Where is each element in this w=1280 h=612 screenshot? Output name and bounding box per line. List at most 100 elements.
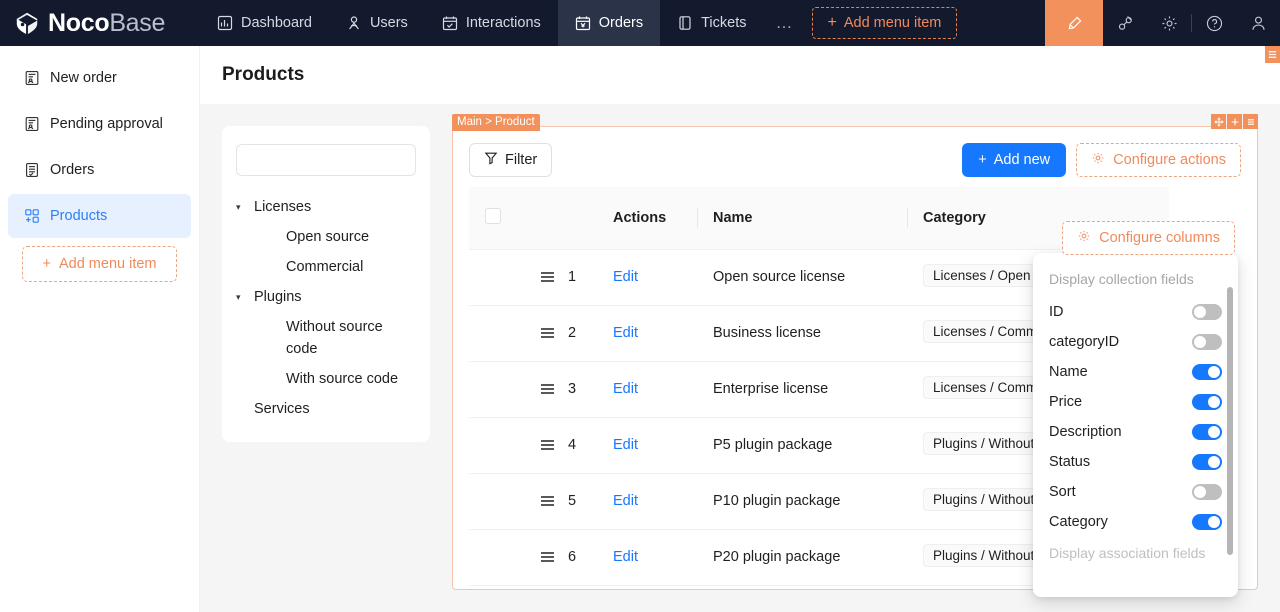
configure-columns-button[interactable]: Configure columns xyxy=(1062,221,1235,255)
chevron-down-icon[interactable]: ▾ xyxy=(236,196,248,218)
tree-node-label: With source code xyxy=(286,371,399,387)
drag-handle-icon[interactable] xyxy=(541,552,554,563)
row-index-cell: 1 xyxy=(525,249,597,306)
sidebar-item-new-order[interactable]: New order xyxy=(8,56,191,100)
category-tree-block: ▾ Licenses Open source Commercial ▾ Plug… xyxy=(222,126,430,442)
sidebar-item-products[interactable]: Products xyxy=(8,194,191,238)
toggle-switch[interactable] xyxy=(1192,424,1222,440)
row-drag-cell xyxy=(469,417,525,474)
nav-tab-interactions[interactable]: Interactions xyxy=(425,0,558,46)
edit-link[interactable]: Edit xyxy=(613,493,638,509)
block-breadcrumb-tag: Main > Product xyxy=(452,114,540,131)
sidebar-item-pending-approval[interactable]: Pending approval xyxy=(8,102,191,146)
field-toggle-category[interactable]: Category xyxy=(1033,507,1238,537)
row-index-cell: 6 xyxy=(525,529,597,586)
page-title: Products xyxy=(222,64,305,85)
highlighter-icon[interactable] xyxy=(1045,0,1103,46)
row-drag-cell xyxy=(469,473,525,530)
edit-link[interactable]: Edit xyxy=(613,549,638,565)
gear-icon xyxy=(1091,151,1105,169)
row-name-cell: P20 plugin package xyxy=(697,529,907,586)
plus-icon[interactable] xyxy=(1227,114,1242,129)
field-toggle-description[interactable]: Description xyxy=(1033,417,1238,447)
sidebar-item-label: Products xyxy=(50,208,108,224)
drag-move-icon[interactable] xyxy=(1211,114,1226,129)
nocobase-logo-icon xyxy=(14,10,40,36)
field-toggle-categoryid[interactable]: categoryID xyxy=(1033,327,1238,357)
tree-node-with-source-code[interactable]: With source code xyxy=(236,364,416,394)
brand[interactable]: NocoBase xyxy=(0,0,200,46)
toggle-switch[interactable] xyxy=(1192,514,1222,530)
plus-icon: + xyxy=(978,152,987,168)
drag-handle-icon[interactable] xyxy=(541,384,554,395)
row-actions-cell: Edit xyxy=(597,361,697,418)
field-toggle-status[interactable]: Status xyxy=(1033,447,1238,477)
nav-tab-orders[interactable]: Orders xyxy=(557,0,661,46)
configure-columns-label: Configure columns xyxy=(1099,230,1220,246)
tree-node-plugins[interactable]: ▾ Plugins xyxy=(236,282,416,312)
block-toolbar: Filter + Add new Configure actions xyxy=(453,127,1257,187)
toggle-switch[interactable] xyxy=(1192,484,1222,500)
configure-actions-button[interactable]: Configure actions xyxy=(1076,143,1241,177)
select-all-checkbox[interactable] xyxy=(485,207,501,224)
app-root: NocoBase Dashboard Users Interactions Or… xyxy=(0,0,1280,612)
top-nav-tabs: Dashboard Users Interactions Orders Tick… xyxy=(200,0,958,46)
tree-node-commercial[interactable]: Commercial xyxy=(236,252,416,282)
drag-handle-icon[interactable] xyxy=(541,272,554,283)
tree-search-input[interactable] xyxy=(236,144,416,176)
calendar-check-icon xyxy=(442,15,458,31)
help-circle-icon[interactable] xyxy=(1192,0,1236,46)
row-index-cell: 5 xyxy=(525,473,597,530)
field-label: Status xyxy=(1049,454,1091,470)
drag-handle-icon[interactable] xyxy=(541,328,554,339)
calendar-yen-icon xyxy=(575,15,591,31)
category-tree: ▾ Licenses Open source Commercial ▾ Plug… xyxy=(236,192,416,424)
toggle-switch[interactable] xyxy=(1192,454,1222,470)
filter-button[interactable]: Filter xyxy=(469,143,553,177)
field-toggle-price[interactable]: Price xyxy=(1033,387,1238,417)
menu-icon[interactable] xyxy=(1243,114,1258,129)
gear-icon[interactable] xyxy=(1147,0,1191,46)
nav-more-button[interactable]: … xyxy=(764,0,806,46)
edit-link[interactable]: Edit xyxy=(613,381,638,397)
edit-link[interactable]: Edit xyxy=(613,269,638,285)
nav-tab-dashboard[interactable]: Dashboard xyxy=(200,0,329,46)
sidebar-item-orders[interactable]: Orders xyxy=(8,148,191,192)
tree-node-label: Services xyxy=(254,401,310,417)
plugin-icon[interactable] xyxy=(1103,0,1147,46)
drag-handle-icon[interactable] xyxy=(541,440,554,451)
topnav-add-menu-item-button[interactable]: + Add menu item xyxy=(811,7,958,39)
field-toggle-sort[interactable]: Sort xyxy=(1033,477,1238,507)
grid-plus-icon xyxy=(24,208,40,224)
dropdown-scrollbar[interactable] xyxy=(1227,287,1233,555)
edit-link[interactable]: Edit xyxy=(613,325,638,341)
tree-node-licenses[interactable]: ▾ Licenses xyxy=(236,192,416,222)
table-header-name: Name xyxy=(697,187,907,250)
toggle-switch[interactable] xyxy=(1192,334,1222,350)
tree-node-services[interactable]: Services xyxy=(236,394,416,424)
edit-link[interactable]: Edit xyxy=(613,437,638,453)
tree-node-label: Without source code xyxy=(286,319,383,357)
toggle-switch[interactable] xyxy=(1192,394,1222,410)
row-index: 4 xyxy=(568,437,577,453)
tree-node-open-source[interactable]: Open source xyxy=(236,222,416,252)
row-drag-cell xyxy=(469,305,525,362)
tree-node-label: Open source xyxy=(286,229,370,245)
nav-tab-tickets[interactable]: Tickets xyxy=(660,0,763,46)
display-collection-fields-title: Display collection fields xyxy=(1049,271,1194,287)
field-toggle-name[interactable]: Name xyxy=(1033,357,1238,387)
add-new-button[interactable]: + Add new xyxy=(962,143,1067,177)
drag-handle-icon[interactable] xyxy=(541,496,554,507)
tree-node-label: Licenses xyxy=(254,199,312,215)
nav-tab-users[interactable]: Users xyxy=(329,0,425,46)
document-list-icon xyxy=(24,162,40,178)
toggle-switch[interactable] xyxy=(1192,364,1222,380)
tree-node-without-source-code[interactable]: Without source code xyxy=(236,312,416,364)
field-toggle-id[interactable]: ID xyxy=(1033,297,1238,327)
chevron-down-icon[interactable]: ▾ xyxy=(236,286,248,308)
page-settings-icon[interactable] xyxy=(1265,46,1280,63)
sidebar-add-menu-item-button[interactable]: + Add menu item xyxy=(22,246,177,282)
toggle-switch[interactable] xyxy=(1192,304,1222,320)
configure-columns-dropdown: Display collection fields ID categoryID … xyxy=(1033,253,1238,597)
user-avatar-icon[interactable] xyxy=(1236,0,1280,46)
